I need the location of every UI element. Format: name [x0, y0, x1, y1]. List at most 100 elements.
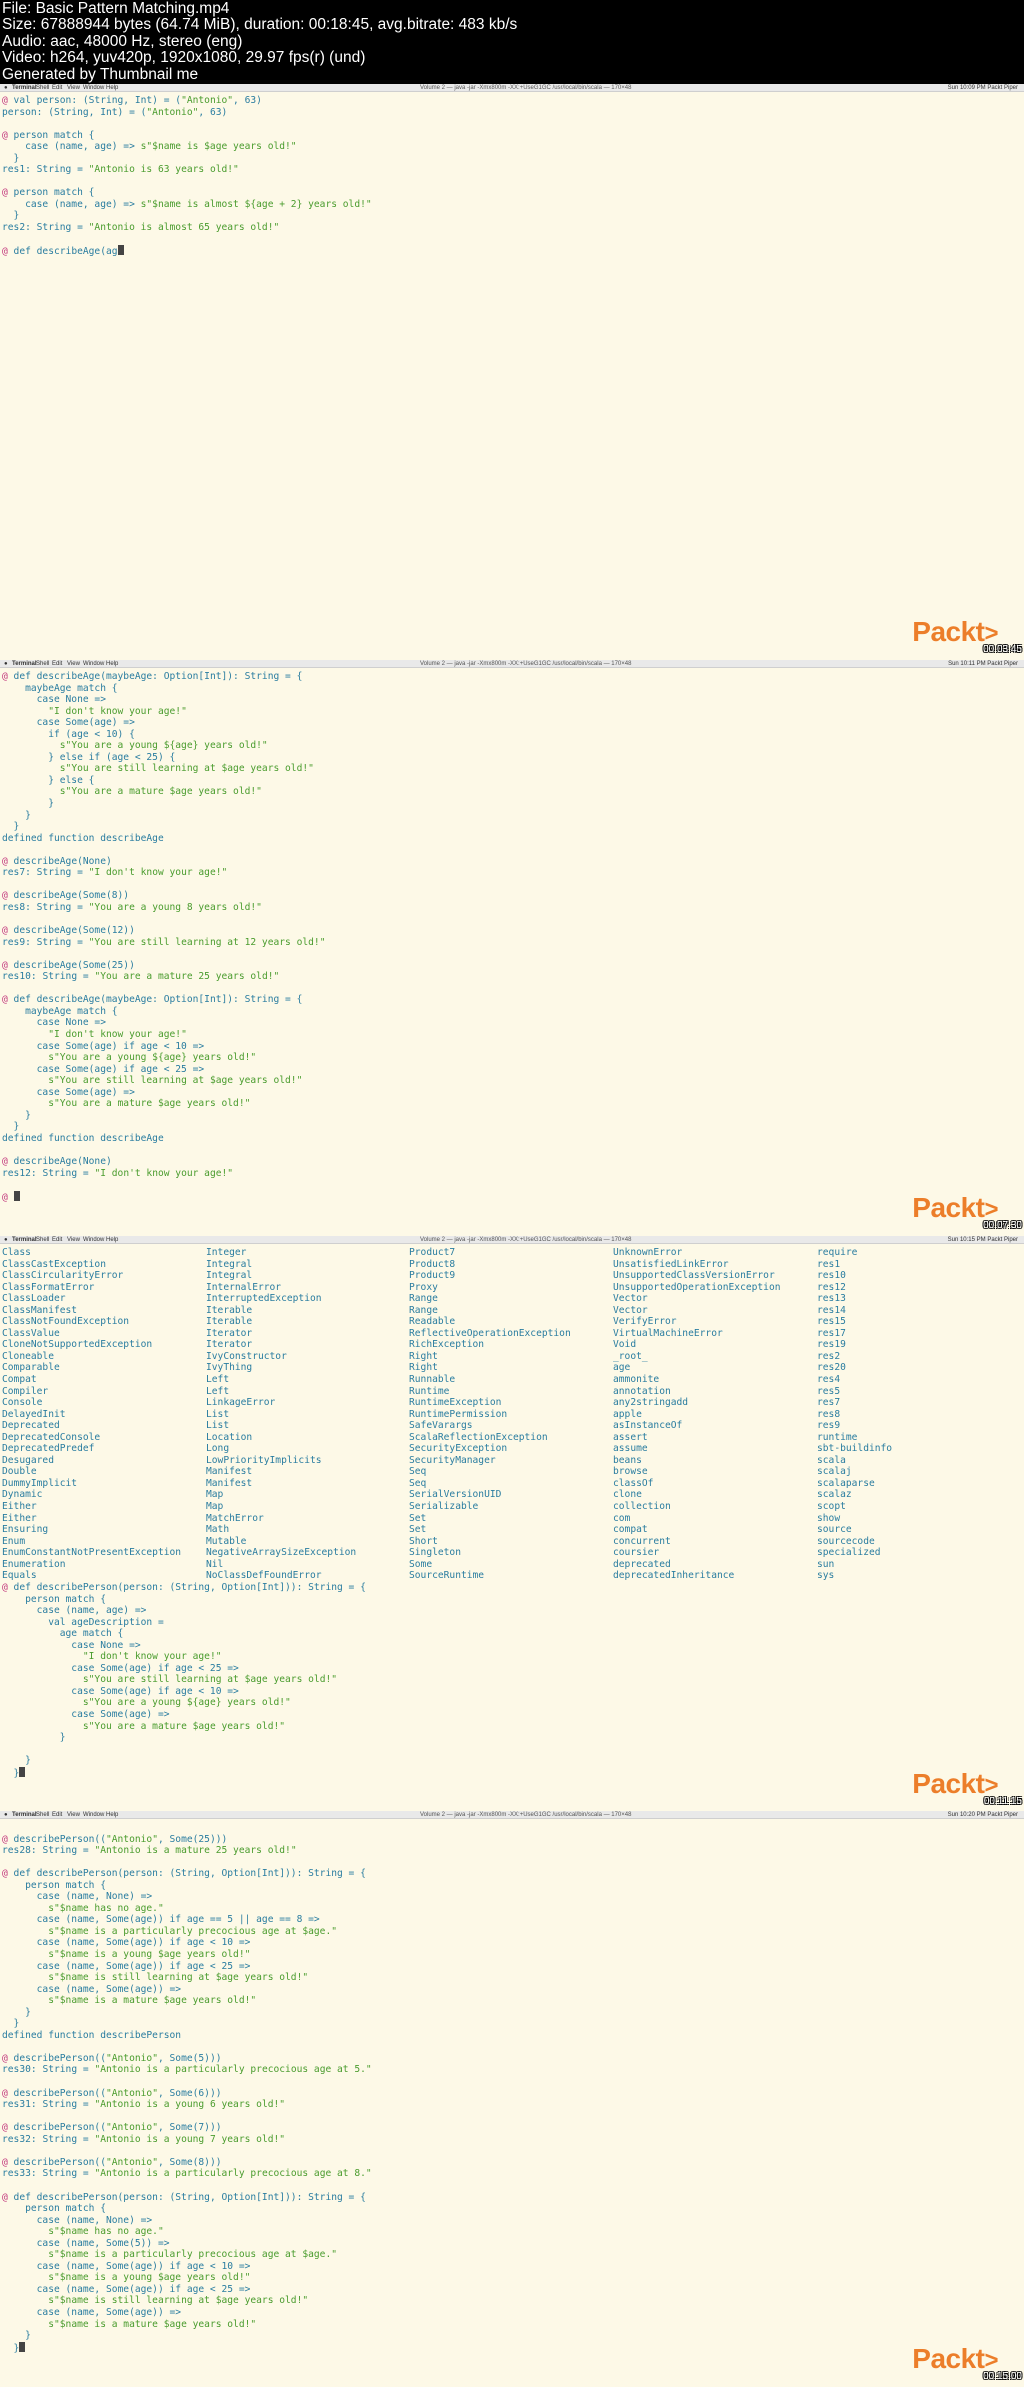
terminal-line: case (name, Some(age)) if age < 10 =>: [2, 2260, 251, 2272]
menu-edit[interactable]: Edit: [52, 84, 62, 92]
terminal-line: @ describeAge(Some(8)): [2, 890, 130, 902]
menu-shell[interactable]: Shell: [36, 84, 49, 92]
window-title: Volume 2 — java -jar -Xmx800m -XX:+UseG1…: [420, 661, 632, 667]
menu-edit[interactable]: Edit: [52, 660, 62, 668]
menu-help[interactable]: Help: [106, 660, 118, 668]
terminal-line: case (name, Some(age)) if age == 5 || ag…: [2, 1914, 320, 1926]
completion-item: sun: [817, 1558, 835, 1570]
menu-help[interactable]: Help: [106, 1236, 118, 1244]
completion-item: ClassCircularityError: [2, 1270, 124, 1282]
completion-item: source: [817, 1524, 852, 1536]
completion-item: com: [613, 1512, 631, 1524]
menu-edit[interactable]: Edit: [52, 1811, 62, 1819]
completion-item: sourcecode: [817, 1535, 875, 1547]
completion-item: Ensuring: [2, 1524, 49, 1536]
menu-shell[interactable]: Shell: [36, 660, 49, 668]
menu-window[interactable]: Window: [83, 1811, 104, 1819]
menu-window[interactable]: Window: [83, 1236, 104, 1244]
terminal-line: s"$name is a particularly precocious age…: [48, 2249, 338, 2261]
terminal-line: s"$name is a young $age years old!": [48, 1949, 251, 1961]
menu-terminal[interactable]: Terminal: [12, 1811, 37, 1819]
menu-shell[interactable]: Shell: [36, 1236, 49, 1244]
completion-item: SafeVarargs: [409, 1420, 473, 1432]
terminal-line: res7: String = "I don't know your age!": [2, 867, 228, 879]
completion-item: RuntimePermission: [409, 1408, 508, 1420]
completion-item: res4: [817, 1374, 841, 1386]
menu-window[interactable]: Window: [83, 84, 104, 92]
terminal-line: case (name, Some(age)) if age < 25 =>: [2, 2283, 251, 2295]
terminal-line: }: [2, 2018, 20, 2030]
apple-icon[interactable]: ●: [4, 1236, 8, 1244]
completion-item: Nil: [206, 1558, 224, 1570]
menu-edit[interactable]: Edit: [52, 1236, 62, 1244]
frame-timestamp: 00:03:45: [983, 644, 1022, 655]
completion-item: Void: [613, 1339, 637, 1351]
completion-item: Long: [206, 1443, 230, 1455]
macos-menubar: ● Terminal Shell Edit View Window Help V…: [0, 660, 1024, 668]
terminal-line: @ describeAge(None): [2, 1155, 112, 1167]
terminal-line: @ def describePerson(person: (String, Op…: [2, 1582, 366, 1593]
menu-view[interactable]: View: [67, 1236, 80, 1244]
completion-item: res8: [817, 1408, 841, 1420]
menubar-clock: Sun 10:20 PM Packt Piper: [947, 1812, 1018, 1818]
terminal-line: case Some(age) =>: [2, 1086, 135, 1098]
completion-item: Deprecated: [2, 1420, 60, 1432]
menu-terminal[interactable]: Terminal: [12, 1236, 37, 1244]
completion-item: Left: [206, 1374, 230, 1386]
menu-terminal[interactable]: Terminal: [12, 84, 37, 92]
completion-item: Equals: [2, 1570, 37, 1582]
completion-item: Dynamic: [2, 1489, 43, 1501]
menu-window[interactable]: Window: [83, 660, 104, 668]
text-cursor: [19, 1766, 26, 1777]
completion-item: scala: [817, 1454, 846, 1466]
terminal-line: s"You are a mature $age years old!": [48, 1098, 251, 1110]
completion-item: MatchError: [206, 1512, 264, 1524]
menu-view[interactable]: View: [67, 660, 80, 668]
apple-icon[interactable]: ●: [4, 84, 8, 92]
completion-item: Left: [206, 1385, 230, 1397]
terminal-line: case (name, age) => s"$name is $age year…: [2, 141, 297, 153]
completion-item: SourceRuntime: [409, 1570, 485, 1582]
terminal-line: case (name, Some(age)) =>: [2, 2306, 182, 2318]
menu-help[interactable]: Help: [106, 84, 118, 92]
completion-item: ClassNotFoundException: [2, 1316, 130, 1328]
file-line: File: Basic Pattern Matching.mp4: [2, 0, 230, 17]
terminal-line: }: [2, 152, 20, 164]
completion-column-1: Class ClassCastException ClassCircularityE…: [2, 1247, 181, 1582]
apple-icon[interactable]: ●: [4, 1811, 8, 1819]
completion-item: Singleton: [409, 1547, 461, 1559]
menu-terminal[interactable]: Terminal: [12, 660, 37, 668]
terminal-line: case (name, None) =>: [2, 2214, 153, 2226]
completion-item: Right: [409, 1362, 438, 1374]
menu-shell[interactable]: Shell: [36, 1811, 49, 1819]
completion-item: ReflectiveOperationException: [409, 1327, 571, 1339]
audio-line: Audio: aac, 48000 Hz, stereo (eng): [2, 32, 243, 50]
completion-item: runtime: [817, 1431, 858, 1443]
menu-view[interactable]: View: [67, 84, 80, 92]
completion-item: Iterator: [206, 1339, 253, 1351]
completion-item: res13: [817, 1293, 846, 1305]
menu-view[interactable]: View: [67, 1811, 80, 1819]
terminal-line: case Some(age) =>: [2, 717, 135, 729]
terminal-line: @ describePerson(("Antonio", Some(6))): [2, 2087, 222, 2099]
completion-item: DelayedInit: [2, 1408, 66, 1420]
menu-help[interactable]: Help: [106, 1811, 118, 1819]
terminal-line: @ describePerson(("Antonio", Some(7))): [2, 2122, 222, 2134]
completion-item: SecurityException: [409, 1443, 508, 1455]
completion-item: Integral: [206, 1258, 253, 1270]
completion-item: Console: [2, 1397, 43, 1409]
completion-item: any2stringadd: [613, 1397, 689, 1409]
terminal-line: }: [2, 821, 20, 833]
terminal-line: @ describePerson(("Antonio", Some(5))): [2, 2052, 222, 2064]
terminal-line: }: [0, 1766, 1024, 1779]
menubar-clock: Sun 10:11 PM Packt Piper: [948, 661, 1018, 667]
completion-item: NoClassDefFoundError: [206, 1570, 322, 1582]
completion-item: Desugared: [2, 1454, 54, 1466]
completion-item: ammonite: [613, 1374, 660, 1386]
terminal-line: }: [2, 2006, 31, 2018]
completion-item: Product8: [409, 1258, 456, 1270]
apple-icon[interactable]: ●: [4, 660, 8, 668]
completion-item: res5: [817, 1385, 841, 1397]
